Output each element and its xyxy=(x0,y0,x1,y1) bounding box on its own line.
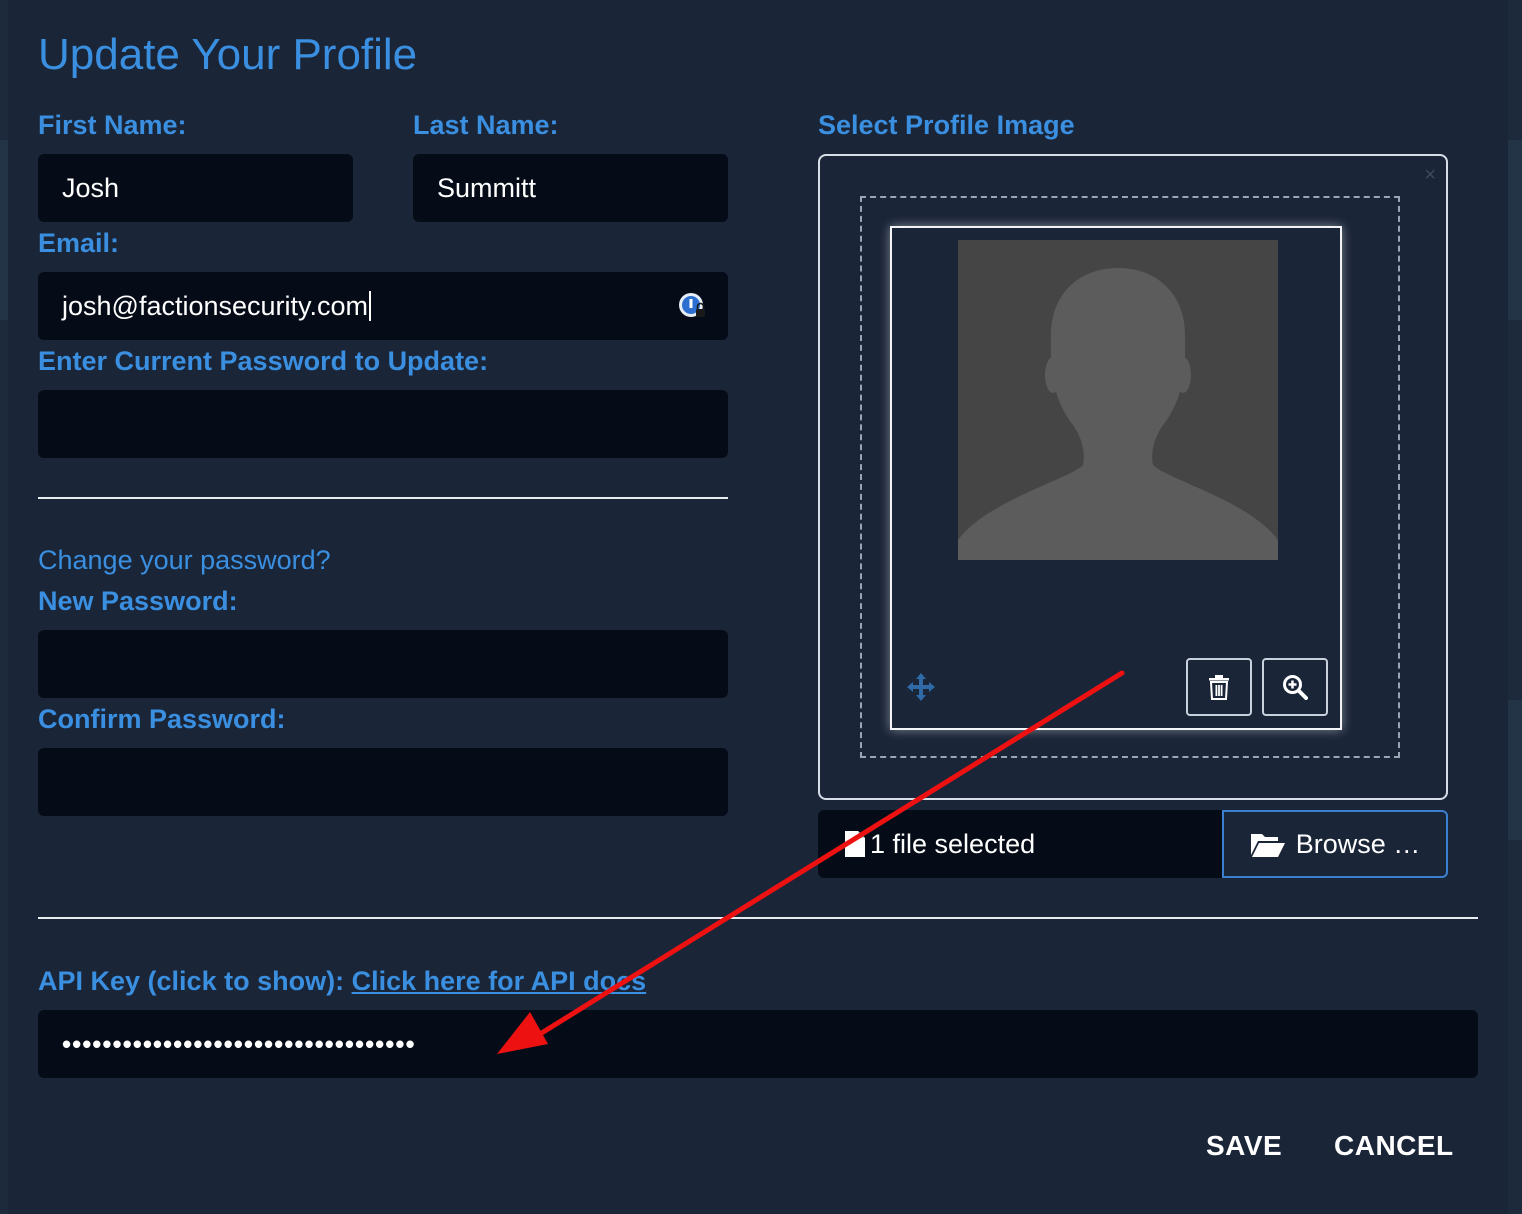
update-profile-dialog: Update Your Profile First Name: Last Nam… xyxy=(8,0,1508,1214)
confirm-password-field[interactable] xyxy=(38,748,728,816)
drop-area[interactable] xyxy=(860,196,1400,758)
password-manager-icon[interactable] xyxy=(678,292,706,320)
current-password-label: Enter Current Password to Update: xyxy=(38,346,489,376)
background-page-strip xyxy=(1508,140,1522,320)
change-password-prompt: Change your password? xyxy=(38,545,331,575)
profile-image-label: Select Profile Image xyxy=(818,110,1075,140)
cancel-button[interactable]: CANCEL xyxy=(1334,1130,1454,1162)
text-caret xyxy=(369,291,372,321)
section-divider xyxy=(38,917,1478,919)
save-button[interactable]: SAVE xyxy=(1206,1130,1282,1162)
remove-image-button[interactable] xyxy=(1186,658,1252,716)
last-name-label: Last Name: xyxy=(413,110,559,140)
new-password-label: New Password: xyxy=(38,586,238,616)
file-status-text: 1 file selected xyxy=(870,828,1036,859)
api-key-masked-value: ••••••••••••••••••••••••••••••••••• xyxy=(62,1028,416,1059)
browse-label: Browse … xyxy=(1295,828,1421,859)
email-label: Email: xyxy=(38,228,120,258)
browse-button[interactable]: Browse … xyxy=(1222,810,1448,878)
api-key-field[interactable]: ••••••••••••••••••••••••••••••••••• xyxy=(38,1010,1478,1078)
section-divider xyxy=(38,497,728,499)
move-icon[interactable] xyxy=(906,672,936,702)
profile-image-dropzone[interactable]: × xyxy=(818,154,1448,800)
first-name-label: First Name: xyxy=(38,110,187,140)
close-icon[interactable]: × xyxy=(1424,164,1436,187)
file-caption: 1 file selected xyxy=(818,810,1222,878)
api-docs-link[interactable]: Click here for API docs xyxy=(352,966,647,996)
email-field[interactable]: josh@factionsecurity.com xyxy=(38,272,728,340)
email-value: josh@factionsecurity.com xyxy=(62,290,369,321)
api-key-label: API Key (click to show): xyxy=(38,966,345,996)
background-page-strip xyxy=(1508,700,1522,840)
folder-open-icon xyxy=(1250,834,1285,857)
image-preview-frame xyxy=(890,226,1342,730)
current-password-field[interactable] xyxy=(38,390,728,458)
confirm-password-label: Confirm Password: xyxy=(38,704,286,734)
last-name-field[interactable]: Summitt xyxy=(413,154,728,222)
api-key-label-row: API Key (click to show): Click here for … xyxy=(38,966,646,997)
dialog-title: Update Your Profile xyxy=(38,30,418,79)
first-name-value: Josh xyxy=(62,172,120,203)
zoom-in-icon xyxy=(1283,675,1308,700)
background-page-strip xyxy=(0,140,8,320)
last-name-value: Summitt xyxy=(437,172,537,203)
zoom-image-button[interactable] xyxy=(1262,658,1328,716)
first-name-field[interactable]: Josh xyxy=(38,154,353,222)
default-avatar-image xyxy=(958,240,1278,560)
trash-icon xyxy=(1209,675,1229,700)
file-icon xyxy=(845,831,865,857)
new-password-field[interactable] xyxy=(38,630,728,698)
